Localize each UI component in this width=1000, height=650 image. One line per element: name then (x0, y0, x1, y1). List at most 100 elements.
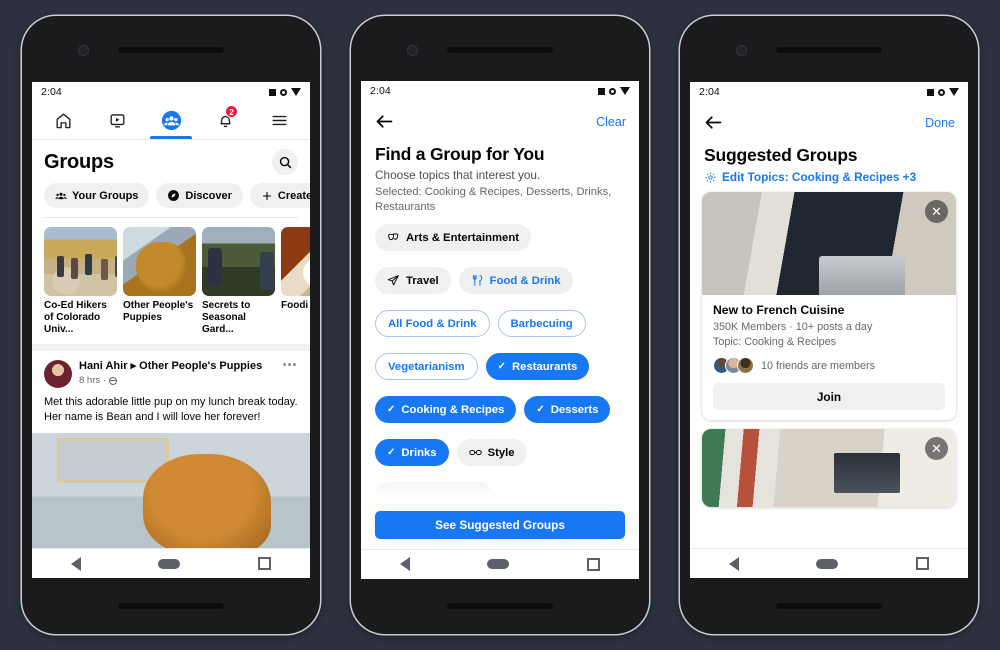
topic-chip-style[interactable]: Style (456, 439, 527, 467)
group-cover-image[interactable]: ✕ (702, 192, 956, 295)
friend-avatars (713, 357, 754, 375)
post-author-line: Hani Ahir ▸ Other People's Puppies (79, 360, 275, 374)
suggested-groups-list[interactable]: ✕ New to French Cuisine 350K Members · 1… (690, 184, 968, 548)
check-icon: ✓ (387, 447, 396, 459)
tab-groups[interactable] (144, 102, 198, 139)
post-text: Met this adorable little pup on my lunch… (44, 396, 298, 424)
back-arrow-icon[interactable] (703, 112, 724, 133)
phone-1-top-bezel (22, 16, 320, 82)
group-thumb[interactable]: Other People's Puppies (123, 227, 196, 335)
avatar[interactable] (44, 360, 72, 389)
search-icon (279, 156, 291, 168)
android-home-button[interactable] (487, 559, 510, 570)
see-suggested-groups-button[interactable]: See Suggested Groups (375, 510, 625, 539)
video-icon (109, 114, 125, 128)
phone-2-top-bezel (351, 16, 649, 81)
group-thumb[interactable]: Co-Ed Hikers of Colorado Univ... (44, 227, 117, 335)
done-button[interactable]: Done (925, 116, 955, 130)
android-home-button[interactable] (158, 558, 181, 569)
topic-picker-intro: Find a Group for You Choose topics that … (361, 136, 639, 214)
post-header: Hani Ahir ▸ Other People's Puppies 8 hrs… (44, 357, 298, 389)
join-button[interactable]: Join (713, 383, 945, 411)
group-card-body: New to French Cuisine 350K Members · 10+… (702, 295, 956, 420)
post-image[interactable] (32, 433, 310, 548)
topic-chip-label: Cooking & Recipes (401, 403, 505, 416)
android-back-button[interactable] (728, 556, 739, 571)
group-thumb-image (202, 227, 275, 296)
battery-circle-icon (938, 88, 945, 96)
topic-chip-travel[interactable]: Travel (375, 267, 451, 295)
group-card-friends: 10 friends are members (713, 357, 945, 375)
group-card-title[interactable]: New to French Cuisine (713, 303, 945, 317)
topic-chip-desserts[interactable]: ✓ Desserts (524, 396, 611, 424)
edit-topics-link[interactable]: Edit Topics: Cooking & Recipes +3 (704, 170, 954, 184)
android-nav-bar (361, 548, 639, 579)
edit-topics-label: Edit Topics: Cooking & Recipes +3 (722, 170, 917, 184)
group-thumb[interactable]: Secrets to Seasonal Gard... (202, 227, 275, 335)
android-recents-button[interactable] (587, 557, 601, 571)
battery-circle-icon (609, 87, 616, 95)
android-recents-button[interactable] (258, 557, 272, 570)
page-title: Suggested Groups (704, 145, 858, 165)
chip-your-groups[interactable]: Your Groups (44, 183, 150, 208)
groups-filter-chips: Your Groups Discover Create (32, 181, 310, 217)
phone-3-screen: 2:04 Done Suggested Groups Edit Topics: … (690, 82, 968, 578)
topic-chip-label: All Food & Drink (388, 317, 477, 330)
gear-icon (705, 171, 716, 183)
chip-discover[interactable]: Discover (156, 183, 243, 208)
topic-chip-partial[interactable] (375, 482, 493, 503)
group-thumb-image (44, 227, 117, 296)
phone-1-screen: 2:04 2 Groups Your Groups Discover Creat… (32, 82, 310, 578)
phone-1-bottom-bezel (22, 578, 320, 634)
clear-button[interactable]: Clear (596, 115, 626, 129)
android-back-button[interactable] (70, 556, 81, 571)
topic-chip-food-drink[interactable]: Food & Drink (458, 267, 573, 295)
topic-chip-arts-entertainment[interactable]: Arts & Entertainment (375, 224, 531, 252)
topic-chip-drinks[interactable]: ✓ Drinks (375, 439, 449, 467)
android-back-button[interactable] (399, 557, 410, 572)
group-thumb-image (281, 227, 310, 296)
compass-icon (168, 190, 180, 201)
topic-chip-label: Travel (406, 274, 439, 287)
topic-chip-label: Style (487, 446, 515, 459)
topic-chip-label: Food & Drink (489, 274, 561, 287)
phone-3: 2:04 Done Suggested Groups Edit Topics: … (680, 16, 978, 634)
android-home-button[interactable] (816, 558, 839, 569)
more-options-icon[interactable]: ⋯ (282, 357, 298, 372)
status-icons (927, 88, 959, 96)
close-icon[interactable]: ✕ (925, 437, 948, 461)
topic-chip-restaurants[interactable]: ✓ Restaurants (485, 353, 590, 381)
back-arrow-icon[interactable] (374, 111, 395, 132)
status-bar: 2:04 (32, 82, 310, 102)
selected-topics-line: Selected: Cooking & Recipes, Desserts, D… (375, 186, 612, 213)
wifi-triangle-icon (949, 88, 959, 96)
signal-square-icon (927, 88, 934, 96)
group-thumb-caption: Secrets to Seasonal Gard... (202, 300, 251, 335)
feed-separator (32, 344, 310, 352)
post-author[interactable]: Hani Ahir (79, 360, 128, 372)
tab-home[interactable] (36, 102, 90, 139)
search-button[interactable] (272, 149, 298, 175)
topic-chip-label: Drinks (401, 446, 437, 459)
post-group[interactable]: Other People's Puppies (139, 360, 262, 372)
chip-create-label: Create (277, 189, 310, 202)
chip-create[interactable]: Create (249, 183, 310, 208)
topic-chip-all-food-drink[interactable]: All Food & Drink (375, 310, 490, 338)
topic-chip-barbecuing[interactable]: Barbecuing (497, 310, 586, 338)
notification-badge: 2 (225, 105, 238, 118)
topic-chip-cooking-recipes[interactable]: ✓ Cooking & Recipes (375, 396, 517, 424)
group-cover-image[interactable]: ✕ (702, 429, 956, 508)
tab-notifications[interactable]: 2 (198, 102, 252, 139)
chip-discover-label: Discover (185, 189, 232, 202)
topic-chip-vegetarianism[interactable]: Vegetarianism (375, 353, 478, 381)
status-time: 2:04 (699, 86, 720, 98)
battery-circle-icon (280, 88, 287, 96)
group-thumb[interactable]: Foodi Denve (281, 227, 310, 335)
android-recents-button[interactable] (916, 557, 930, 570)
tab-menu[interactable] (252, 102, 306, 139)
topic-picker-topbar: Clear (361, 101, 639, 137)
close-icon[interactable]: ✕ (925, 200, 948, 223)
tab-watch[interactable] (90, 102, 144, 139)
group-thumb-image (123, 227, 196, 296)
group-card-meta-members: 350K Members · 10+ posts a day (713, 321, 873, 333)
